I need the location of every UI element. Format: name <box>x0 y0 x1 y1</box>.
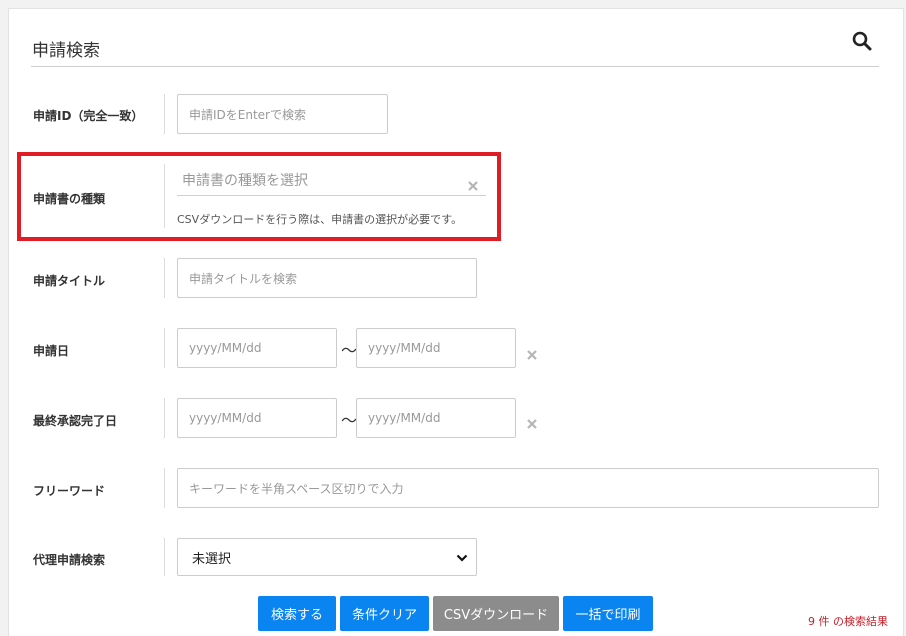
application-date-label: 申請日 <box>33 344 70 358</box>
final-approval-date-to[interactable]: yyyy/MM/dd <box>356 398 516 438</box>
application-date-to[interactable]: yyyy/MM/dd <box>356 328 516 368</box>
application-title-label: 申請タイトル <box>33 274 106 288</box>
application-title-input[interactable]: 申請タイトルを検索 <box>177 258 477 298</box>
divider <box>164 468 165 508</box>
final-approval-date-label: 最終承認完了日 <box>33 414 118 428</box>
result-count-number: 9 <box>808 615 815 628</box>
title-divider <box>31 66 879 67</box>
proxy-search-select[interactable]: 未選択 <box>177 538 477 576</box>
bulk-print-button[interactable]: 一括で印刷 <box>563 596 653 631</box>
divider <box>164 94 165 134</box>
application-id-input[interactable]: 申請IDをEnterで検索 <box>177 94 388 134</box>
divider <box>164 328 165 368</box>
final-approval-date-from[interactable]: yyyy/MM/dd <box>177 398 337 438</box>
search-button[interactable]: 検索する <box>258 596 336 631</box>
result-count: 9 件 の検索結果 <box>808 613 888 629</box>
proxy-search-value: 未選択 <box>192 551 232 567</box>
clear-icon[interactable] <box>527 414 537 429</box>
proxy-search-label: 代理申請検索 <box>33 553 106 567</box>
divider <box>164 538 165 576</box>
divider <box>164 398 165 438</box>
free-word-label: フリーワード <box>33 484 106 498</box>
clear-conditions-button[interactable]: 条件クリア <box>340 596 429 631</box>
application-id-label: 申請ID（完全一致） <box>33 109 144 123</box>
csv-download-button[interactable]: CSVダウンロード <box>433 596 559 631</box>
range-separator: 〜 <box>341 411 358 430</box>
result-count-unit: 件 <box>818 615 830 628</box>
result-count-suffix: の検索結果 <box>833 615 888 628</box>
search-icon[interactable] <box>851 30 873 52</box>
range-separator: 〜 <box>341 341 358 360</box>
divider <box>164 258 165 298</box>
highlight-box <box>17 152 501 241</box>
clear-icon[interactable] <box>527 345 537 360</box>
page-title: 申請検索 <box>32 41 100 61</box>
chevron-down-icon <box>456 552 468 564</box>
free-word-input[interactable]: キーワードを半角スペース区切りで入力 <box>177 468 879 508</box>
application-date-from[interactable]: yyyy/MM/dd <box>177 328 337 368</box>
